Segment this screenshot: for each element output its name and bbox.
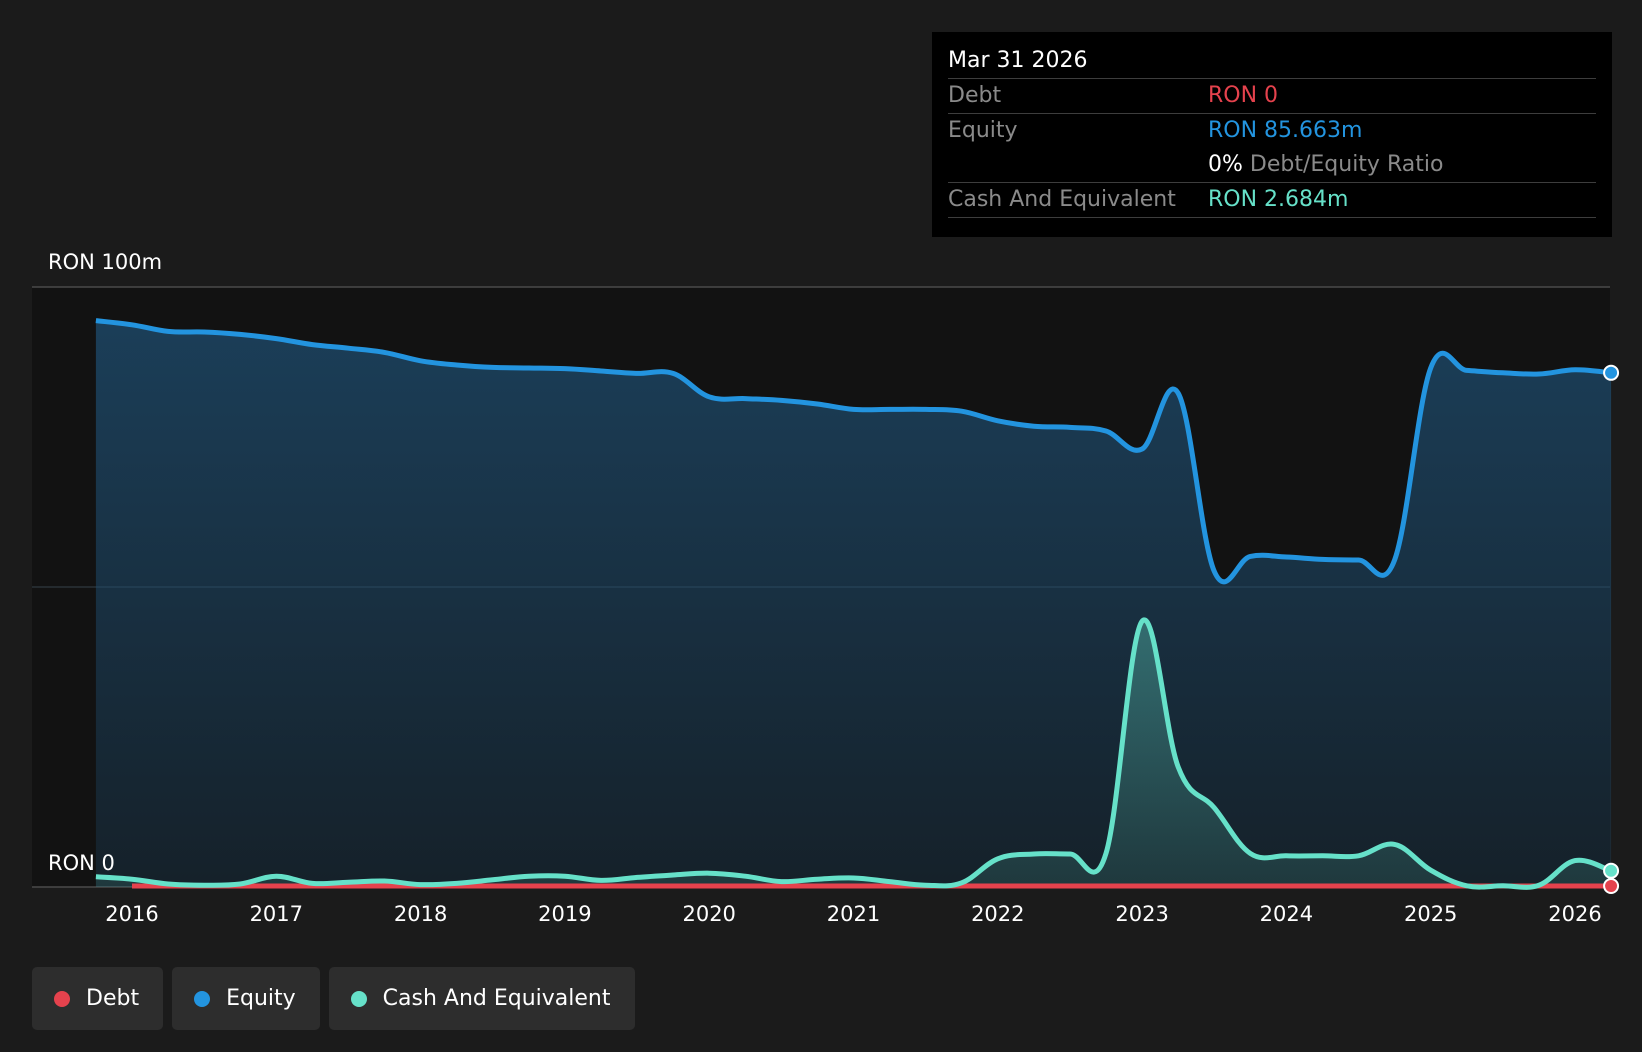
legend-label-equity: Equity [226,986,296,1011]
x-tick-label: 2025 [1404,902,1457,926]
tooltip-row-equity: Equity RON 85.663m [948,113,1596,148]
x-tick-label: 2020 [682,902,735,926]
x-tick-label: 2023 [1115,902,1168,926]
x-tick-label: 2022 [971,902,1024,926]
tooltip-row-cash: Cash And Equivalent RON 2.684m [948,182,1596,218]
tooltip-ratio-value: 0% [1208,152,1243,177]
x-tick-label: 2019 [538,902,591,926]
x-tick-label: 2018 [394,902,447,926]
legend-label-cash: Cash And Equivalent [382,986,611,1011]
legend-dot-equity [194,990,211,1007]
tooltip-equity-value: RON 85.663m [1208,118,1363,143]
legend-item-debt[interactable]: Debt [32,967,164,1030]
tooltip-cash-label: Cash And Equivalent [948,187,1176,212]
x-tick-label: 2021 [827,902,880,926]
x-tick-label: 2026 [1548,902,1601,926]
tooltip-debt-label: Debt [948,83,1002,108]
legend-item-equity[interactable]: Equity [172,967,320,1030]
equity-end-point [1603,364,1620,381]
legend-item-cash[interactable]: Cash And Equivalent [328,967,635,1030]
legend-label-debt: Debt [86,986,140,1011]
y-axis-top-label: RON 100m [48,250,163,274]
x-tick-label: 2017 [250,902,303,926]
debt-end-point [1603,878,1620,894]
x-tick-label: 2024 [1260,902,1313,926]
tooltip-equity-label: Equity [948,118,1018,143]
tooltip-cash-value: RON 2.684m [1208,187,1349,212]
legend-dot-debt [54,990,70,1007]
cash-end-point [1603,862,1620,879]
legend: Debt Equity Cash And Equivalent [32,967,635,1030]
x-tick-label: 2016 [105,902,158,926]
tooltip-row-ratio: 0% Debt/Equity Ratio [948,148,1596,182]
y-axis-bottom-label: RON 0 [48,851,115,875]
tooltip-row-debt: Debt RON 0 [948,78,1596,113]
legend-dot-cash [350,990,367,1007]
tooltip-panel: Mar 31 2026 Debt RON 0 Equity RON 85.663… [932,32,1612,237]
tooltip-ratio: 0% Debt/Equity Ratio [1208,148,1596,182]
tooltip-date: Mar 31 2026 [948,48,1088,73]
tooltip-debt-value: RON 0 [1208,83,1279,108]
x-axis-ticks: 2016 2017 2018 2019 2020 2021 2022 2023 2024 2025… [105,902,1601,926]
tooltip-ratio-spacer [948,148,1208,182]
tooltip-ratio-label: Debt/Equity Ratio [1249,152,1444,177]
